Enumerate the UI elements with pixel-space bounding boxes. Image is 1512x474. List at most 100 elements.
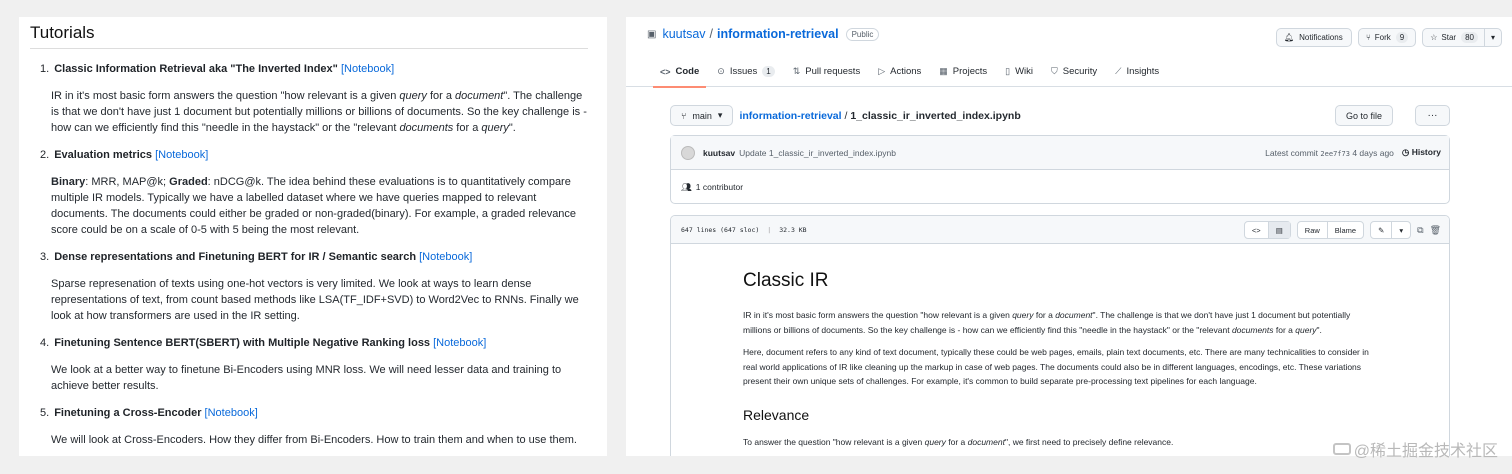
file-header: 647 lines (647 sloc) | 32.3 KB <> ▤ Raw …	[671, 216, 1449, 244]
tab-icon: ⛉	[1051, 66, 1058, 76]
repo-separator: /	[709, 27, 714, 41]
contributors-count: 1 contributor	[695, 182, 744, 192]
tab-icon: ⟋	[1115, 66, 1122, 76]
tutorial-description: Binary: MRR, MAP@k; Graded: nDCG@k. The …	[51, 176, 577, 236]
tutorial-item: 3. Dense representations and Finetuning B…	[30, 249, 588, 324]
repo-icon: ▣	[647, 28, 657, 40]
tutorial-description: We look at a better way to finetune Bi-E…	[51, 364, 562, 392]
blame-button[interactable]: Blame	[1328, 222, 1363, 238]
tab-label: Projects	[952, 66, 988, 77]
notebook-title: Classic IR	[743, 270, 829, 291]
rendered-view-icon[interactable]: ▤	[1268, 222, 1290, 238]
repo-owner-link[interactable]: kuutsav	[662, 27, 705, 41]
notebook-link[interactable]: [Notebook]	[205, 407, 258, 419]
trash-icon[interactable]: 🗑︎	[1430, 225, 1441, 236]
branch-name: main	[692, 110, 712, 121]
tutorial-item: 2. Evaluation metrics [Notebook] Binary: M…	[30, 147, 588, 238]
notebook-heading-relevance: Relevance	[743, 406, 810, 423]
raw-button[interactable]: Raw	[1298, 222, 1328, 238]
file-lines: 647 lines (647 sloc)	[681, 225, 760, 234]
latest-commit-box: kuutsav Update 1_classic_ir_inverted_ind…	[670, 135, 1450, 204]
tab-label: Code	[675, 66, 700, 77]
file-viewer: 647 lines (647 sloc) | 32.3 KB <> ▤ Raw …	[670, 215, 1450, 456]
tutorial-title: 2. Evaluation metrics [Notebook]	[40, 149, 209, 161]
tab-pull-requests[interactable]: ⇅ Pull requests	[784, 57, 869, 87]
tab-label: Security	[1062, 66, 1098, 77]
go-to-file-button[interactable]: Go to file	[1334, 105, 1393, 126]
tab-icon: <>	[660, 66, 671, 77]
star-button[interactable]: ☆ Star 80 ▾	[1422, 28, 1502, 47]
tab-projects[interactable]: ▦ Projects	[930, 57, 996, 87]
tutorial-item: 4. Finetuning Sentence BERT(SBERT) with M…	[30, 335, 588, 394]
notebook-link[interactable]: [Notebook]	[433, 337, 486, 349]
fork-count: 9	[1395, 32, 1409, 43]
tab-icon: ▷	[878, 66, 886, 76]
watermark-text: @稀土掘金技术社区	[1353, 443, 1498, 460]
tutorial-item: 1. Classic Information Retrieval aka "The…	[30, 61, 588, 136]
commit-author[interactable]: kuutsav	[703, 148, 735, 158]
pencil-icon[interactable]: ✎	[1371, 222, 1393, 238]
contributors-row[interactable]: 👥︎ 1 contributor	[671, 170, 1449, 204]
tutorial-description: Sparse represenation of texts using one-…	[51, 278, 579, 322]
tab-insights[interactable]: ⟋ Insights	[1106, 57, 1168, 87]
commit-age: 4 days ago	[1352, 147, 1394, 158]
avatar[interactable]	[681, 145, 695, 160]
tab-wiki[interactable]: ▯ Wiki	[996, 57, 1042, 87]
tab-icon: ⊙	[717, 66, 725, 76]
github-file-view: ▣ kuutsav / information-retrieval Public…	[626, 17, 1512, 456]
divider: |	[767, 225, 772, 234]
star-dropdown-icon[interactable]: ▾	[1483, 29, 1501, 46]
notifications-label: Notifications	[1299, 33, 1343, 42]
commit-message[interactable]: Update 1_classic_ir_inverted_index.ipynb	[739, 148, 896, 158]
copy-icon[interactable]: ⧉	[1417, 225, 1423, 236]
tutorial-list: 1. Classic Information Retrieval aka "The…	[30, 61, 588, 448]
tab-label: Wiki	[1015, 66, 1034, 77]
notebook-link[interactable]: [Notebook]	[155, 149, 208, 161]
commit-meta: Latest commit 2ee7f73 4 days ago ◷ Histo…	[1265, 147, 1441, 158]
notebook-content: Classic IR IR in it's most basic form an…	[671, 244, 1449, 449]
watermark: @稀土掘金技术社区	[1332, 437, 1498, 461]
tab-count: 1	[762, 66, 775, 77]
tutorial-description: We will look at Cross-Encoders. How they…	[51, 434, 577, 446]
tutorial-title: 5. Finetuning a Cross-Encoder [Notebook]	[40, 407, 258, 419]
file-actions: <> ▤ Raw Blame ✎ ▾ ⧉ 🗑︎	[1243, 221, 1441, 239]
branch-selector[interactable]: ⑂ main ▾	[670, 105, 734, 126]
tab-code[interactable]: <> Code	[651, 57, 708, 88]
breadcrumb: information-retrieval / 1_classic_ir_inv…	[739, 110, 1020, 122]
tab-security[interactable]: ⛉ Security	[1042, 57, 1106, 87]
breadcrumb-repo-link[interactable]: information-retrieval	[739, 110, 841, 122]
tutorial-description: IR in it's most basic form answers the q…	[51, 90, 587, 134]
edit-dropdown-icon[interactable]: ▾	[1392, 222, 1410, 238]
tab-issues[interactable]: ⊙ Issues 1	[708, 57, 783, 87]
tab-icon: ▯	[1005, 66, 1011, 76]
repo-name-link[interactable]: information-retrieval	[717, 27, 839, 41]
fork-button[interactable]: ⑂ Fork 9	[1357, 28, 1417, 47]
star-count: 80	[1461, 32, 1478, 43]
tutorials-heading: Tutorials	[30, 23, 588, 49]
repo-actions: 🔔︎ Notifications ⑂ Fork 9 ☆ Star 80 ▾	[1275, 28, 1502, 47]
tutorial-title: 3. Dense representations and Finetuning B…	[40, 251, 473, 263]
commit-sha[interactable]: 2ee7f73	[1320, 150, 1350, 158]
fork-label: Fork	[1374, 33, 1391, 42]
notebook-link[interactable]: [Notebook]	[341, 63, 394, 75]
tab-label: Issues	[729, 66, 758, 77]
tab-icon: ⇅	[792, 66, 801, 76]
code-view-icon[interactable]: <>	[1245, 222, 1269, 238]
fork-icon: ⑂	[1365, 33, 1371, 42]
latest-commit-label: Latest commit 2ee7f73 4 days ago	[1265, 147, 1394, 158]
file-size: 32.3 KB	[779, 225, 807, 234]
breadcrumb-file: 1_classic_ir_inverted_index.ipynb	[850, 109, 1021, 122]
branch-icon: ⑂	[681, 110, 687, 121]
notifications-button[interactable]: 🔔︎ Notifications	[1275, 28, 1352, 47]
tab-actions[interactable]: ▷ Actions	[869, 57, 930, 87]
bell-icon: 🔔︎	[1283, 33, 1295, 42]
tutorial-title: 1. Classic Information Retrieval aka "The…	[40, 63, 395, 75]
notebook-link[interactable]: [Notebook]	[419, 251, 472, 263]
tab-icon: ▦	[939, 66, 948, 76]
notebook-paragraph-2: Here, document refers to any kind of tex…	[743, 347, 1369, 386]
history-link[interactable]: ◷ History	[1402, 147, 1441, 158]
tutorial-item: 5. Finetuning a Cross-Encoder [Notebook] W…	[30, 405, 588, 448]
tutorials-panel: Tutorials 1. Classic Information Retrieva…	[19, 17, 607, 456]
history-icon: ◷	[1401, 147, 1410, 157]
more-options-button[interactable]: ···	[1415, 105, 1450, 126]
